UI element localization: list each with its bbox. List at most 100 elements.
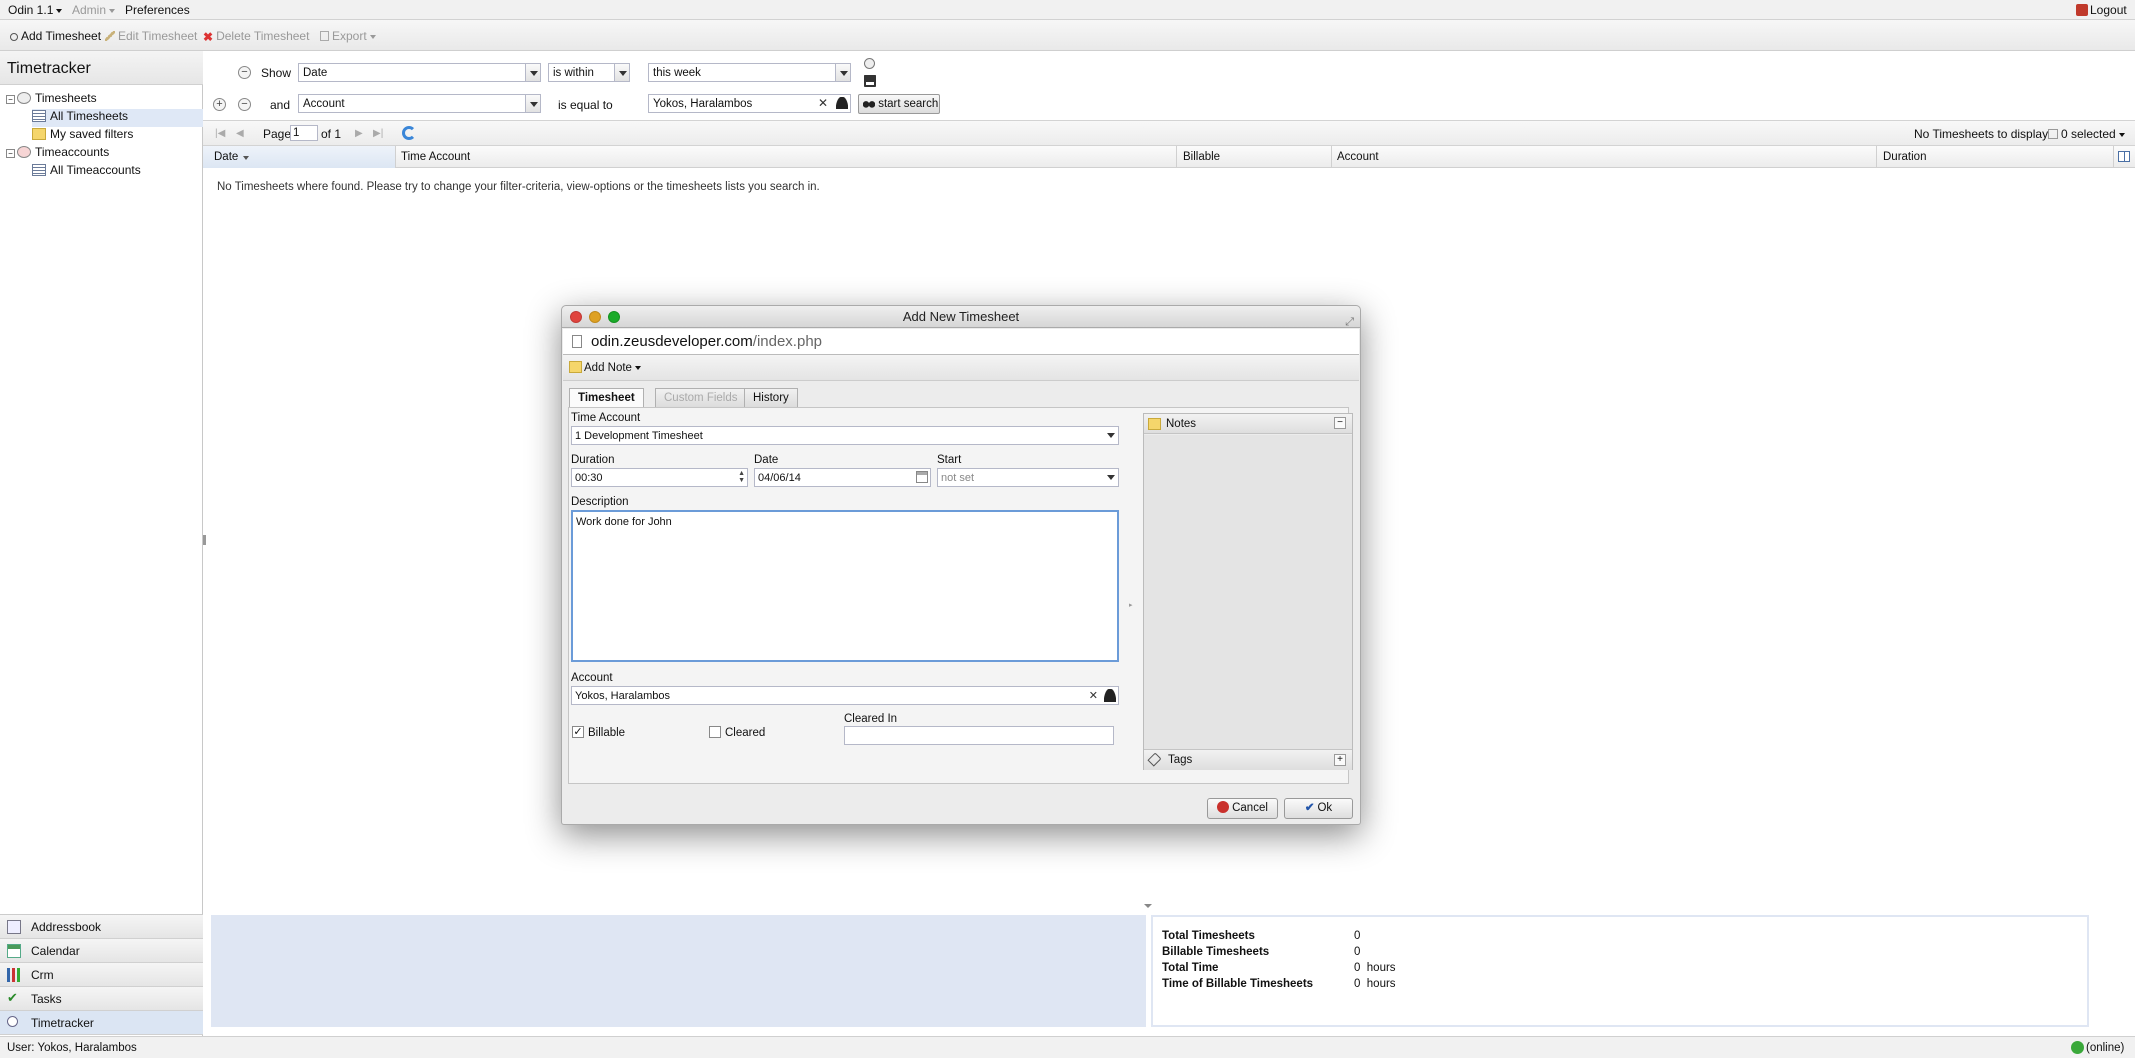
duration-field[interactable]: 00:30 ▲ ▼ bbox=[571, 468, 748, 487]
url-domain: odin.zeusdeveloper.com bbox=[591, 333, 753, 350]
remove-filter-icon[interactable]: − bbox=[238, 66, 251, 79]
chevron-down-icon[interactable] bbox=[835, 64, 850, 81]
column-time-account-header[interactable]: Time Account bbox=[401, 151, 470, 163]
sidebar-header: Timetracker bbox=[0, 51, 203, 85]
selection-menu[interactable]: 0 selected bbox=[2048, 127, 2125, 141]
chevron-down-icon[interactable] bbox=[1107, 475, 1115, 480]
filter-options-icon[interactable] bbox=[864, 58, 875, 69]
tab-custom-fields[interactable]: Custom Fields bbox=[655, 388, 747, 407]
column-duration-header[interactable]: Duration bbox=[1883, 151, 1926, 163]
binoculars-icon bbox=[863, 99, 875, 108]
module-addressbook[interactable]: Addressbook bbox=[0, 915, 203, 939]
calendar-picker-icon[interactable] bbox=[916, 471, 928, 483]
online-status[interactable]: (online) bbox=[2071, 1041, 2124, 1054]
filter-value-select[interactable]: this week bbox=[648, 63, 851, 82]
time-account-label: Time Account bbox=[571, 412, 641, 424]
chevron-down-icon[interactable] bbox=[1107, 433, 1115, 438]
date-field[interactable]: 04/06/14 bbox=[754, 468, 931, 487]
tree-saved-filters[interactable]: My saved filters bbox=[32, 127, 133, 145]
prev-page-icon[interactable]: ◀ bbox=[236, 128, 244, 139]
collapse-notes-icon[interactable]: − bbox=[1334, 417, 1346, 429]
filter-operator-select[interactable]: is within bbox=[548, 63, 630, 82]
column-account-header[interactable]: Account bbox=[1337, 151, 1379, 163]
zoom-window-icon[interactable] bbox=[608, 311, 620, 323]
admin-menu-label: Admin bbox=[72, 3, 107, 17]
filter-account-field[interactable]: Yokos, Haralambos ✕ bbox=[648, 94, 851, 113]
module-tasks[interactable]: ✔ Tasks bbox=[0, 987, 203, 1011]
summary-billable-value: 0 bbox=[1354, 946, 1361, 958]
collapse-icon[interactable]: − bbox=[6, 95, 15, 104]
tree-timesheets[interactable]: − Timesheets bbox=[6, 91, 97, 109]
description-textarea[interactable]: Work done for John bbox=[571, 510, 1119, 662]
edit-timesheet-button[interactable]: Edit Timesheet bbox=[105, 29, 197, 43]
close-window-icon[interactable] bbox=[570, 311, 582, 323]
clear-icon[interactable]: ✕ bbox=[818, 96, 828, 110]
admin-menu[interactable]: Admin bbox=[72, 3, 116, 17]
splitter-collapse-icon[interactable] bbox=[1144, 904, 1152, 908]
export-menu-button[interactable]: Export bbox=[320, 29, 376, 43]
chevron-down-icon[interactable] bbox=[525, 95, 540, 112]
person-icon[interactable] bbox=[836, 97, 848, 109]
add-note-button[interactable]: Add Note bbox=[569, 361, 641, 374]
summary-time-value: 0 hours bbox=[1354, 962, 1396, 974]
delete-timesheet-button[interactable]: ✖ Delete Timesheet bbox=[203, 29, 309, 44]
sort-desc-icon bbox=[243, 156, 249, 160]
first-page-icon[interactable]: |◀ bbox=[215, 128, 225, 139]
cleared-in-field[interactable] bbox=[844, 726, 1114, 745]
clock-icon bbox=[7, 1016, 18, 1027]
chevron-down-icon[interactable] bbox=[525, 64, 540, 81]
module-timetracker[interactable]: Timetracker bbox=[0, 1011, 203, 1035]
module-crm[interactable]: Crm bbox=[0, 963, 203, 987]
column-billable-header[interactable]: Billable bbox=[1183, 151, 1220, 163]
collapse-icon[interactable]: − bbox=[6, 149, 15, 158]
tree-all-timesheets[interactable]: All Timesheets bbox=[32, 109, 203, 127]
add-timesheet-button[interactable]: Add Timesheet bbox=[10, 29, 101, 43]
splitter-collapse-icon[interactable] bbox=[203, 535, 207, 545]
ok-button[interactable]: ✔ Ok bbox=[1284, 798, 1353, 819]
module-timetracker-label: Timetracker bbox=[31, 1016, 94, 1030]
tree-all-timeaccounts[interactable]: All Timeaccounts bbox=[32, 163, 141, 181]
start-search-button[interactable]: start search bbox=[858, 94, 940, 114]
clear-icon[interactable]: ✕ bbox=[1089, 689, 1098, 702]
spinner-icon[interactable]: ▲ ▼ bbox=[738, 470, 745, 484]
page-number-input[interactable]: 1 bbox=[290, 125, 318, 141]
filter-show-label: Show bbox=[261, 66, 292, 80]
tree-timeaccounts-label: Timeaccounts bbox=[35, 145, 110, 159]
person-icon[interactable] bbox=[1104, 689, 1116, 702]
online-label: (online) bbox=[2086, 1042, 2125, 1054]
tags-header: Tags + bbox=[1144, 749, 1352, 770]
start-time-select[interactable]: not set bbox=[937, 468, 1119, 487]
notes-list bbox=[1144, 435, 1352, 749]
tasks-icon: ✔ bbox=[7, 990, 18, 1005]
column-date-header[interactable]: Date bbox=[203, 146, 395, 168]
tab-timesheet[interactable]: Timesheet bbox=[569, 388, 644, 408]
time-account-select[interactable]: 1 Development Timesheet bbox=[571, 426, 1119, 445]
add-filter-icon[interactable]: + bbox=[213, 98, 226, 111]
tree-timeaccounts[interactable]: − Timeaccounts bbox=[6, 145, 109, 163]
cancel-button[interactable]: Cancel bbox=[1207, 798, 1278, 819]
add-tag-icon[interactable]: + bbox=[1334, 754, 1346, 766]
tab-history[interactable]: History bbox=[744, 388, 798, 407]
column-picker-icon[interactable] bbox=[2118, 151, 2130, 162]
chevron-down-icon[interactable] bbox=[614, 64, 629, 81]
remove-filter-icon[interactable]: − bbox=[238, 98, 251, 111]
filter-field-select[interactable]: Account bbox=[298, 94, 541, 113]
minimize-window-icon[interactable] bbox=[589, 311, 601, 323]
preferences-menu[interactable]: Preferences bbox=[125, 3, 190, 17]
pagination-bar: |◀ ◀ Page 1 of 1 ▶ ▶| No Timesheets to d… bbox=[203, 120, 2135, 146]
notes-splitter-icon[interactable]: ▸ bbox=[1129, 601, 1133, 609]
last-page-icon[interactable]: ▶| bbox=[373, 128, 383, 139]
app-menu[interactable]: Odin 1.1 bbox=[8, 3, 63, 17]
next-page-icon[interactable]: ▶ bbox=[355, 128, 363, 139]
logout-button[interactable]: Logout bbox=[2076, 3, 2127, 17]
status-user: User: Yokos, Haralambos bbox=[7, 1042, 137, 1054]
cleared-checkbox[interactable] bbox=[709, 726, 721, 738]
save-filter-icon[interactable] bbox=[864, 75, 876, 87]
sidebar: Timetracker − Timesheets All Timesheets M… bbox=[0, 51, 203, 1036]
account-field[interactable]: Yokos, Haralambos ✕ bbox=[571, 686, 1119, 705]
filter-field-select[interactable]: Date bbox=[298, 63, 541, 82]
refresh-icon[interactable] bbox=[402, 126, 416, 140]
module-calendar[interactable]: Calendar bbox=[0, 939, 203, 963]
billable-checkbox[interactable]: ✓ bbox=[572, 726, 584, 738]
page-of-label: of 1 bbox=[321, 127, 342, 141]
